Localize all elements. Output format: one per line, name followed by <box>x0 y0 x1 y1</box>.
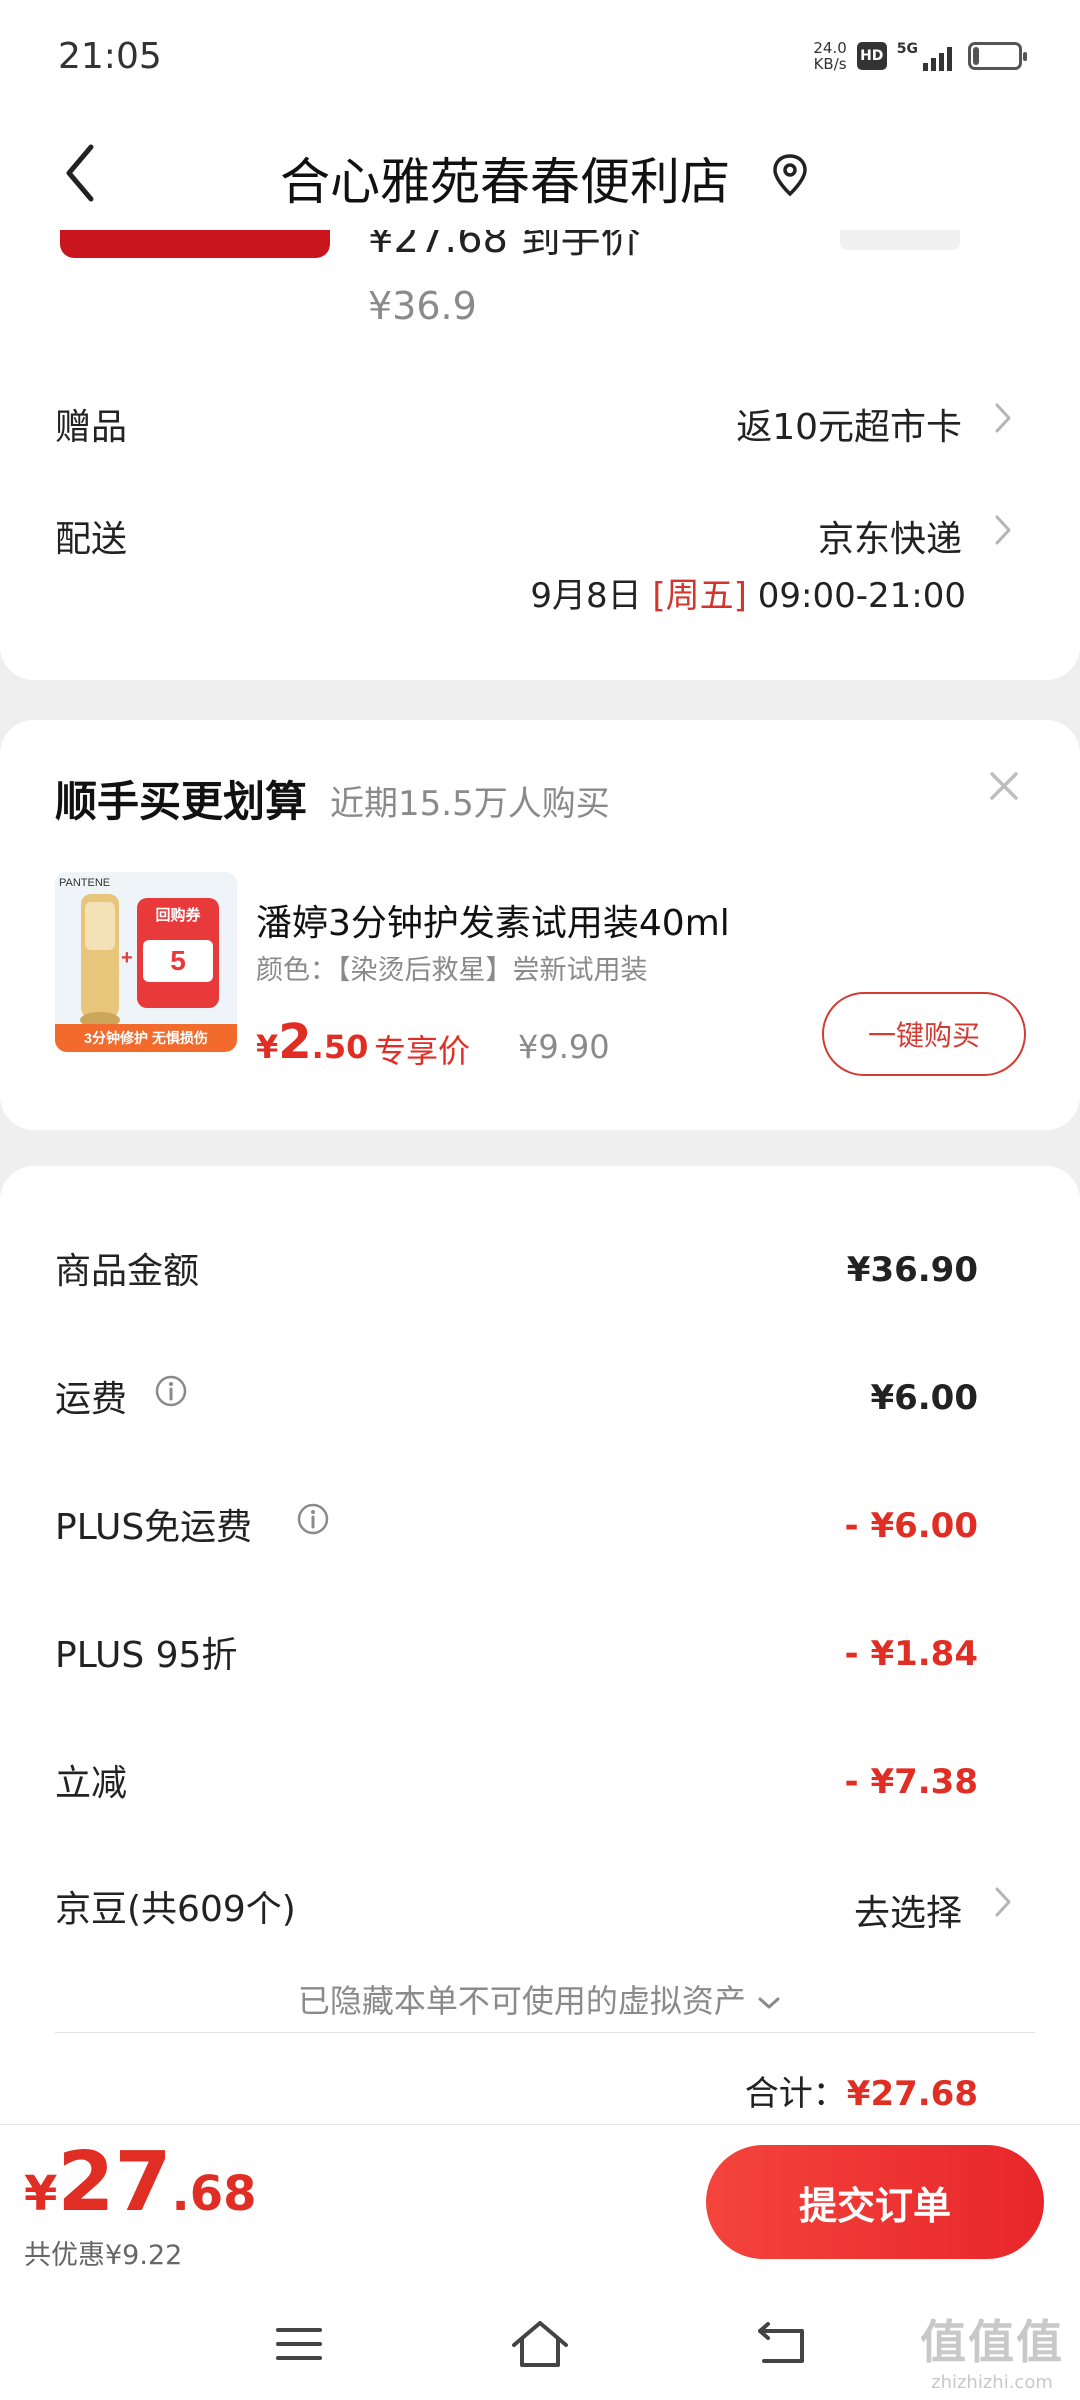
final-price-yen: ¥ <box>24 2166 58 2222</box>
discount-note: 共优惠¥9.22 <box>24 2240 183 2271</box>
chevron-right-icon[interactable] <box>992 512 1014 548</box>
fee-label-shipping: 运费 <box>55 1379 128 1420</box>
gift-label: 赠品 <box>55 407 128 448</box>
battery-icon <box>968 42 1027 70</box>
back-nav-button[interactable] <box>746 2312 816 2376</box>
checkout-bar: ¥27.68 共优惠¥9.22 提交订单 <box>0 2124 1080 2288</box>
home-icon <box>512 2321 568 2367</box>
title-bar: 合心雅苑春春便利店 <box>0 120 1080 230</box>
status-icons: 24.0 KB/s HD 5G <box>813 40 1027 72</box>
delivery-time[interactable]: 9月8日 [周五] 09:00-21:00 <box>530 568 966 617</box>
svg-text:+: + <box>121 947 133 969</box>
recommend-original-price: ¥9.90 <box>518 1028 610 1066</box>
system-nav-bar: 值值值 zhizhizhi.com <box>0 2288 1080 2400</box>
watermark-domain: zhizhizhi.com <box>931 2372 1053 2393</box>
fee-value-shipping: ¥6.00 <box>870 1378 978 1418</box>
recommend-title: 顺手买更划算 <box>55 777 308 826</box>
divider <box>55 2032 1035 2033</box>
fee-value-plus-free-shipping: - ¥6.00 <box>844 1506 979 1546</box>
signal-icon: 5G <box>897 41 952 71</box>
recommend-card: 顺手买更划算 近期15.5万人购买 PANTENE + 回购券 5 3分钟修护 … <box>0 720 1080 1130</box>
delivery-weekday: [周五] <box>652 576 747 616</box>
fee-value-plus-discount: - ¥1.84 <box>844 1634 979 1674</box>
product-final-price: ¥27.68 到手价 <box>368 230 641 262</box>
home-button[interactable] <box>505 2312 575 2376</box>
recommend-price-dec: .50 <box>311 1028 369 1066</box>
hidden-assets-toggle[interactable]: 已隐藏本单不可使用的虚拟资产 <box>0 1976 1080 2022</box>
recommend-subtitle: 近期15.5万人购买 <box>330 784 610 824</box>
hd-icon: HD <box>856 42 887 70</box>
delivery-time-range: 09:00-21:00 <box>757 576 966 616</box>
image-banner: 3分钟修护 无惧损伤 <box>84 1030 208 1046</box>
recommend-price-yen: ¥ <box>256 1028 279 1066</box>
info-icon[interactable] <box>154 1374 188 1408</box>
recommend-price-int: 2 <box>278 1014 312 1070</box>
image-brand: PANTENE <box>59 877 110 889</box>
fee-value-instant-discount: - ¥7.38 <box>844 1762 979 1802</box>
back-icon <box>758 2322 804 2363</box>
chevron-right-icon[interactable] <box>992 400 1014 436</box>
network-speed: 24.0 KB/s <box>813 40 846 72</box>
total-label: 合计： <box>744 2074 847 2114</box>
watermark: 值值值 zhizhizhi.com <box>920 2306 1064 2393</box>
product-image[interactable] <box>60 230 330 258</box>
final-price-dec: .68 <box>171 2166 257 2222</box>
watermark-text: 值值值 <box>920 2315 1064 2369</box>
delivery-date: 9月8日 <box>530 576 642 616</box>
jingdou-select[interactable]: 去选择 <box>854 1884 962 1936</box>
page-title: 合心雅苑春春便利店 <box>280 153 730 211</box>
jingdou-label: 京豆(共609个) <box>55 1889 296 1930</box>
submit-order-button[interactable]: 提交订单 <box>706 2145 1044 2259</box>
fee-value-goods: ¥36.90 <box>846 1250 978 1290</box>
menu-icon <box>276 2328 322 2360</box>
product-original-price: ¥36.9 <box>368 284 477 328</box>
status-bar: 21:05 24.0 KB/s HD 5G <box>0 0 1080 120</box>
image-coupon-amount: 5 <box>170 945 186 976</box>
recommend-product-spec: 颜色：【染烫后救星】尝新试用装 <box>256 955 648 986</box>
total-value: ¥27.68 <box>846 2074 978 2114</box>
recommend-price-tag: 专享价 <box>374 1032 471 1070</box>
quantity-stepper[interactable] <box>840 230 960 250</box>
image-coupon-label: 回购券 <box>155 906 201 924</box>
recommend-product-image[interactable]: PANTENE + 回购券 5 3分钟修护 无惧损伤 <box>55 872 237 1052</box>
pantene-product-image: PANTENE + 回购券 5 3分钟修护 无惧损伤 <box>55 872 237 1052</box>
order-total: 合计：¥27.68 <box>745 2066 978 2115</box>
final-price-int: 27 <box>57 2135 172 2230</box>
fee-label-goods: 商品金额 <box>55 1251 200 1292</box>
gift-value[interactable]: 返10元超市卡 <box>736 398 962 450</box>
battery-level <box>973 47 979 65</box>
signal-label: 5G <box>896 41 918 57</box>
delivery-carrier[interactable]: 京东快递 <box>818 510 962 562</box>
network-speed-unit: KB/s <box>813 55 847 73</box>
recommend-product-name[interactable]: 潘婷3分钟护发素试用装40ml <box>256 894 730 946</box>
one-click-buy-button[interactable]: 一键购买 <box>822 992 1026 1076</box>
chevron-right-icon[interactable] <box>992 1884 1014 1920</box>
status-time: 21:05 <box>58 36 162 77</box>
close-icon[interactable] <box>984 766 1024 806</box>
final-price: ¥27.68 <box>24 2135 257 2230</box>
recommend-price: ¥2.50 <box>256 1014 368 1070</box>
network-speed-value: 24.0 <box>813 39 847 57</box>
info-icon[interactable] <box>296 1502 330 1536</box>
order-item-card: ¥27.68 到手价 ¥36.9 赠品 返10元超市卡 配送 京东快递 9月8日… <box>0 230 1080 680</box>
fee-label-plus-discount: PLUS 95折 <box>55 1635 238 1676</box>
menu-button[interactable] <box>264 2312 334 2376</box>
hidden-assets-note: 已隐藏本单不可使用的虚拟资产 <box>297 1982 746 2020</box>
fee-label-instant-discount: 立减 <box>55 1763 128 1804</box>
fee-label-plus-free-shipping: PLUS免运费 <box>55 1507 253 1548</box>
delivery-label: 配送 <box>55 519 128 560</box>
fee-breakdown-card: 商品金额 ¥36.90 运费 ¥6.00 PLUS免运费 - ¥6.00 PLU… <box>0 1166 1080 2166</box>
location-pin-icon[interactable] <box>770 150 810 200</box>
chevron-down-icon <box>758 1997 780 2009</box>
